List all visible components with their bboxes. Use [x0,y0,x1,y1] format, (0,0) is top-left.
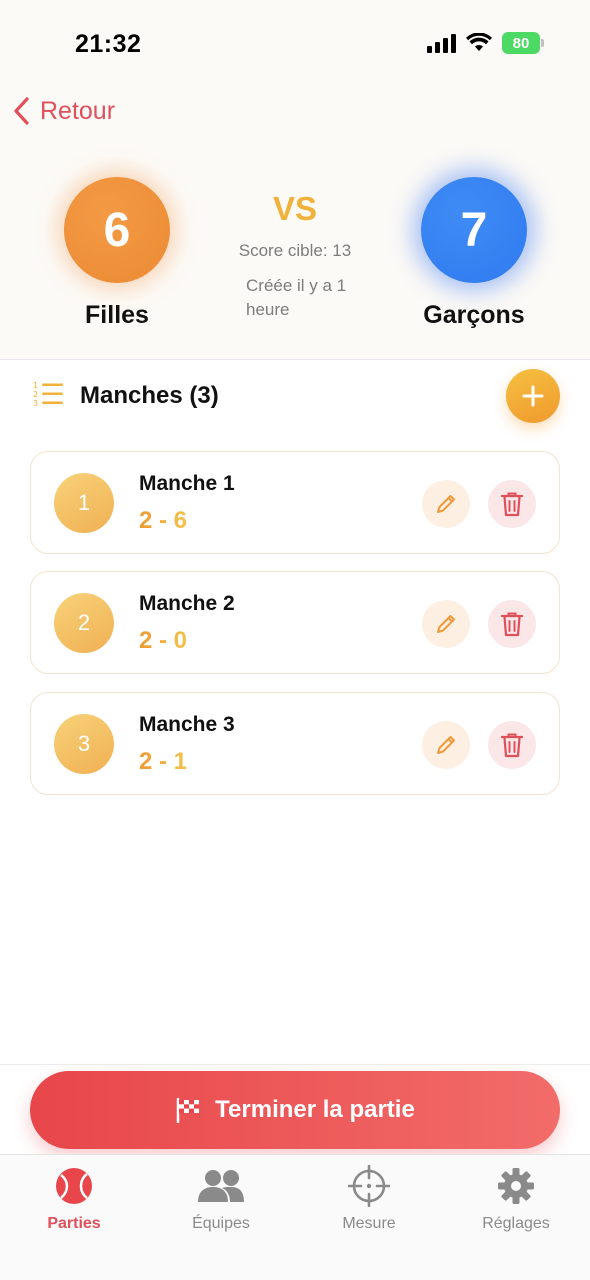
tennis-ball-icon [56,1168,92,1204]
finish-match-label: Terminer la partie [215,1096,415,1123]
trash-icon [500,492,524,517]
tab-label: Équipes [192,1215,250,1232]
status-icons: 80 [427,32,544,54]
battery-level: 80 [512,34,530,52]
round-number-badge: 1 [54,473,114,533]
round-card: 1 Manche 1 2 - 6 [30,451,560,554]
finish-match-button[interactable]: Terminer la partie [30,1071,560,1149]
created-time: Créée il y a 1 heure [246,276,347,319]
round-number-badge: 2 [54,593,114,653]
team-right: 7 Garçons [421,177,527,329]
round-score: 2 - 6 [139,507,188,534]
svg-text:2: 2 [33,390,38,399]
team-right-score: 7 [421,177,527,283]
round-name: Manche 1 [139,472,235,495]
people-icon [198,1170,244,1202]
round-name: Manche 3 [139,713,235,736]
back-button[interactable]: Retour [12,96,115,126]
round-score: 2 - 0 [139,627,188,654]
delete-round-button[interactable] [488,721,536,769]
svg-text:3: 3 [33,399,38,408]
tab-label: Réglages [482,1215,550,1232]
plus-icon [522,385,544,407]
tab-reglages[interactable]: Réglages [446,1165,586,1233]
tab-parties[interactable]: Parties [4,1165,144,1233]
wifi-icon [466,33,492,51]
status-time: 21:32 [75,30,142,58]
checkered-flag-icon [176,1097,200,1123]
edit-round-button[interactable] [422,600,470,648]
numbered-list-icon: 1 2 3 [33,381,63,408]
signal-icon [427,33,456,53]
pencil-icon [437,495,455,513]
tab-bar: Parties Équipes Mesure Réglages [0,1154,590,1280]
tab-mesure[interactable]: Mesure [299,1165,439,1233]
team-right-name: Garçons [423,301,525,329]
pencil-icon [437,736,455,754]
delete-round-button[interactable] [488,600,536,648]
tab-label: Mesure [342,1215,396,1232]
crosshair-icon [348,1165,390,1207]
edit-round-button[interactable] [422,480,470,528]
round-name: Manche 2 [139,592,235,615]
add-round-button[interactable] [506,369,560,423]
gear-icon [498,1168,534,1204]
pencil-icon [437,615,455,633]
tab-label: Parties [47,1215,101,1232]
round-card: 3 Manche 3 2 - 1 [30,692,560,795]
delete-round-button[interactable] [488,480,536,528]
rounds-header: 1 2 3 Manches (3) [32,369,560,423]
round-number-badge: 3 [54,714,114,774]
battery-icon: 80 [502,32,544,54]
tab-equipes[interactable]: Équipes [151,1165,291,1233]
trash-icon [500,612,524,637]
divider [0,1064,590,1065]
svg-text:1: 1 [33,381,38,390]
round-card: 2 Manche 2 2 - 0 [30,571,560,674]
back-label: Retour [40,96,116,125]
trash-icon [500,733,524,758]
round-score: 2 - 1 [139,748,188,775]
edit-round-button[interactable] [422,721,470,769]
chevron-left-icon [14,97,29,125]
rounds-title: Manches (3) [80,382,219,409]
team-left-name: Filles [85,301,149,329]
